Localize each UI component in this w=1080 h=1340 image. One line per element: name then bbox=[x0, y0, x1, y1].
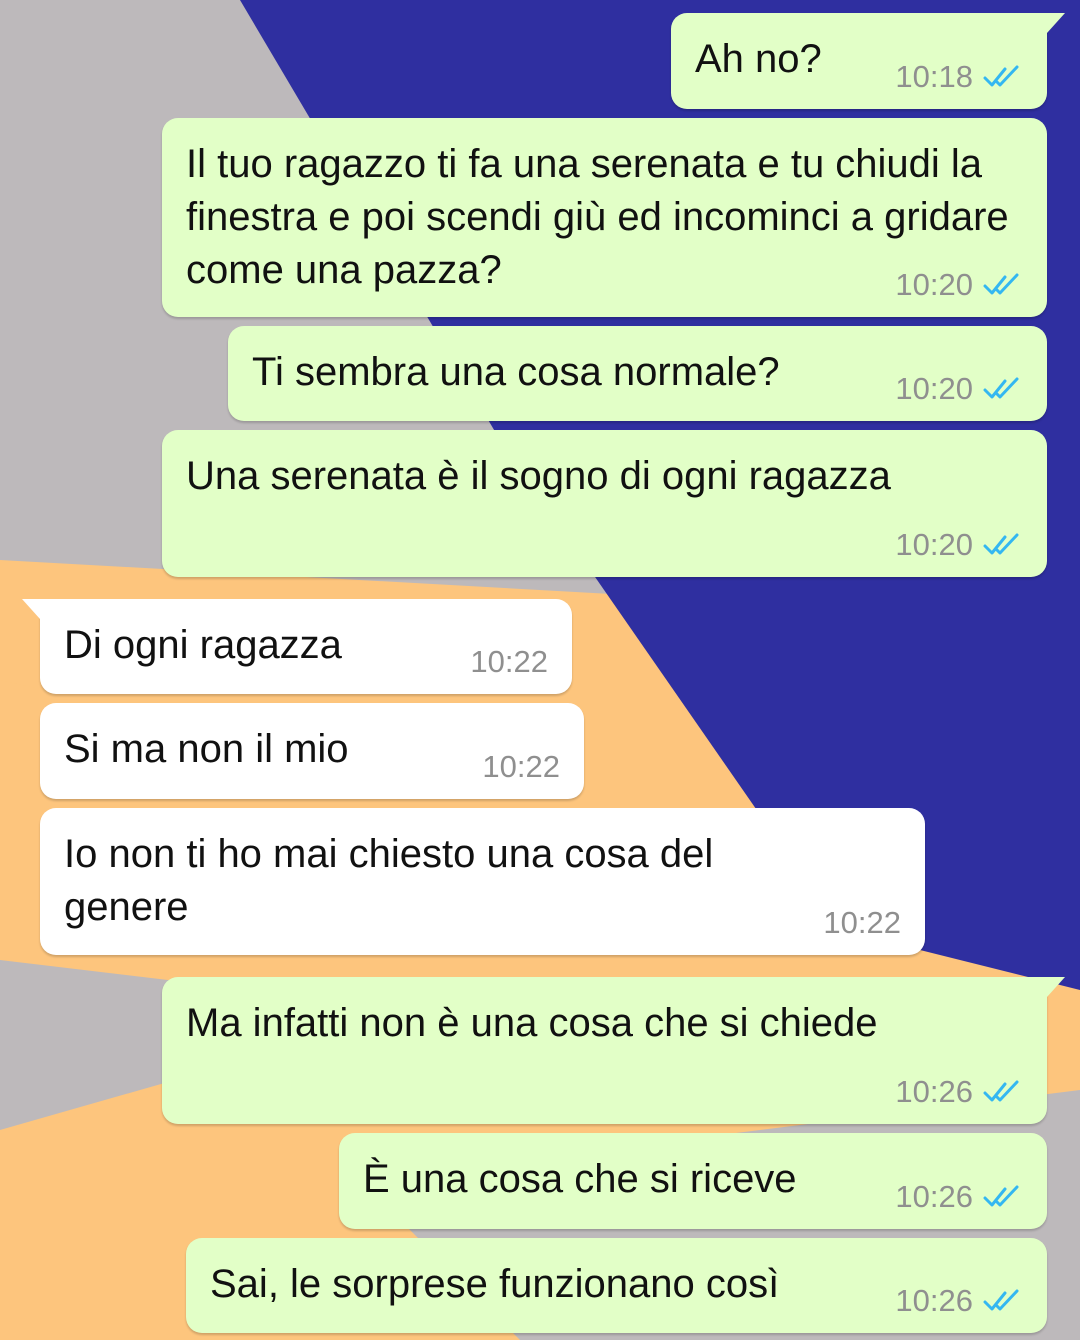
message-bubble-outgoing[interactable]: Ti sembra una cosa normale? 10:20 bbox=[228, 326, 1047, 421]
read-ticks-icon bbox=[983, 65, 1019, 87]
message-time: 10:20 bbox=[895, 371, 973, 406]
message-time: 10:22 bbox=[470, 644, 548, 679]
message-meta: 10:20 bbox=[895, 267, 1023, 303]
message-text: Ma infatti non è una cosa che si chiede bbox=[186, 1001, 878, 1045]
read-ticks-icon bbox=[983, 377, 1019, 399]
message-bubble-incoming[interactable]: Si ma non il mio 10:22 bbox=[40, 703, 584, 799]
message-meta: 10:18 bbox=[895, 59, 1023, 95]
read-ticks-icon bbox=[983, 1185, 1019, 1207]
message-text: Il tuo ragazzo ti fa una serenata e tu c… bbox=[186, 142, 1020, 292]
message-text: Una serenata è il sogno di ogni ragazza bbox=[186, 454, 891, 498]
message-bubble-outgoing[interactable]: Sai, le sorprese funzionano così 10:26 bbox=[186, 1238, 1047, 1333]
read-ticks-icon bbox=[983, 1080, 1019, 1102]
message-time: 10:26 bbox=[895, 1179, 973, 1214]
message-time: 10:20 bbox=[895, 527, 973, 562]
message-bubble-outgoing[interactable]: Ma infatti non è una cosa che si chiede … bbox=[162, 977, 1065, 1124]
message-time: 10:26 bbox=[895, 1074, 973, 1109]
message-meta: 10:26 bbox=[895, 1074, 1023, 1110]
message-time: 10:26 bbox=[895, 1283, 973, 1318]
message-meta: 10:22 bbox=[823, 905, 901, 941]
message-time: 10:22 bbox=[482, 749, 560, 784]
read-ticks-icon bbox=[983, 273, 1019, 295]
message-meta: 10:26 bbox=[895, 1179, 1023, 1215]
message-meta: 10:26 bbox=[895, 1283, 1023, 1319]
message-meta: 10:22 bbox=[482, 749, 560, 785]
message-meta: 10:20 bbox=[895, 371, 1023, 407]
message-meta: 10:20 bbox=[895, 527, 1023, 563]
message-meta: 10:22 bbox=[470, 644, 548, 680]
message-time: 10:22 bbox=[823, 905, 901, 940]
message-bubble-outgoing[interactable]: Il tuo ragazzo ti fa una serenata e tu c… bbox=[162, 118, 1047, 317]
message-bubble-outgoing[interactable]: Ah no? 10:18 bbox=[671, 13, 1065, 109]
read-ticks-icon bbox=[983, 1289, 1019, 1311]
read-ticks-icon bbox=[983, 533, 1019, 555]
message-bubble-outgoing[interactable]: È una cosa che si riceve 10:26 bbox=[339, 1133, 1047, 1229]
message-text: Io non ti ho mai chiesto una cosa del ge… bbox=[64, 832, 725, 929]
message-bubble-incoming[interactable]: Di ogni ragazza 10:22 bbox=[22, 599, 572, 694]
message-bubble-outgoing[interactable]: Una serenata è il sogno di ogni ragazza … bbox=[162, 430, 1047, 577]
message-time: 10:18 bbox=[895, 59, 973, 94]
message-time: 10:20 bbox=[895, 267, 973, 302]
message-bubble-incoming[interactable]: Io non ti ho mai chiesto una cosa del ge… bbox=[40, 808, 925, 955]
